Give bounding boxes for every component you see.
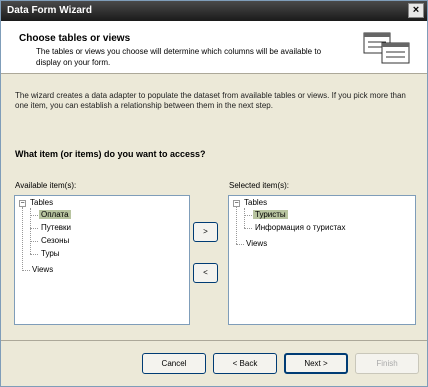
tree-line bbox=[22, 270, 30, 271]
tables-icon bbox=[363, 32, 410, 64]
tree-line bbox=[236, 244, 244, 245]
question-label: What item (or items) do you want to acce… bbox=[15, 149, 206, 159]
collapse-icon[interactable]: − bbox=[19, 200, 26, 207]
tree-line bbox=[244, 228, 252, 229]
tree-line bbox=[30, 228, 38, 229]
tree-node-views[interactable]: Views bbox=[246, 239, 267, 248]
available-items-label: Available item(s): bbox=[15, 181, 77, 190]
tree-node-tables[interactable]: Tables bbox=[244, 198, 267, 207]
list-item[interactable]: Туры bbox=[41, 249, 60, 258]
footer-divider bbox=[1, 340, 427, 341]
remove-item-button[interactable]: < bbox=[193, 263, 218, 283]
finish-button[interactable]: Finish bbox=[355, 353, 419, 374]
close-button[interactable]: × bbox=[408, 3, 424, 18]
header-subtitle: The tables or views you choose will dete… bbox=[36, 47, 322, 67]
selected-items-label: Selected item(s): bbox=[229, 181, 290, 190]
tree-node-tables[interactable]: Tables bbox=[30, 198, 53, 207]
next-button[interactable]: Next > bbox=[284, 353, 348, 374]
list-item[interactable]: Информация о туристах bbox=[255, 223, 345, 232]
window-title: Data Form Wizard bbox=[7, 5, 92, 16]
selected-items-list[interactable]: − Tables Туристы Информация о туристах V… bbox=[228, 195, 416, 325]
available-items-list[interactable]: − Tables Оплата Путевки Сезоны Туры View… bbox=[14, 195, 190, 325]
header-title: Choose tables or views bbox=[19, 33, 131, 44]
tree-line bbox=[30, 241, 38, 242]
list-item[interactable]: Туристы bbox=[253, 210, 288, 219]
data-form-wizard-window: Data Form Wizard × Choose tables or view… bbox=[0, 0, 428, 387]
tree-line bbox=[30, 215, 38, 216]
tree-line bbox=[244, 215, 252, 216]
tree-line bbox=[30, 208, 31, 254]
tree-line bbox=[22, 207, 23, 271]
back-button[interactable]: < Back bbox=[213, 353, 277, 374]
wizard-header: Choose tables or views The tables or vie… bbox=[1, 21, 427, 74]
title-bar[interactable]: Data Form Wizard × bbox=[1, 1, 427, 21]
collapse-icon[interactable]: − bbox=[233, 200, 240, 207]
list-item[interactable]: Оплата bbox=[39, 210, 71, 219]
list-item[interactable]: Сезоны bbox=[41, 236, 69, 245]
tree-line bbox=[236, 207, 237, 244]
intro-text: The wizard creates a data adapter to pop… bbox=[15, 91, 406, 110]
list-item[interactable]: Путевки bbox=[41, 223, 71, 232]
tree-line bbox=[244, 208, 245, 228]
add-item-button[interactable]: > bbox=[193, 222, 218, 242]
tree-line bbox=[30, 254, 38, 255]
cancel-button[interactable]: Cancel bbox=[142, 353, 206, 374]
tree-node-views[interactable]: Views bbox=[32, 265, 53, 274]
